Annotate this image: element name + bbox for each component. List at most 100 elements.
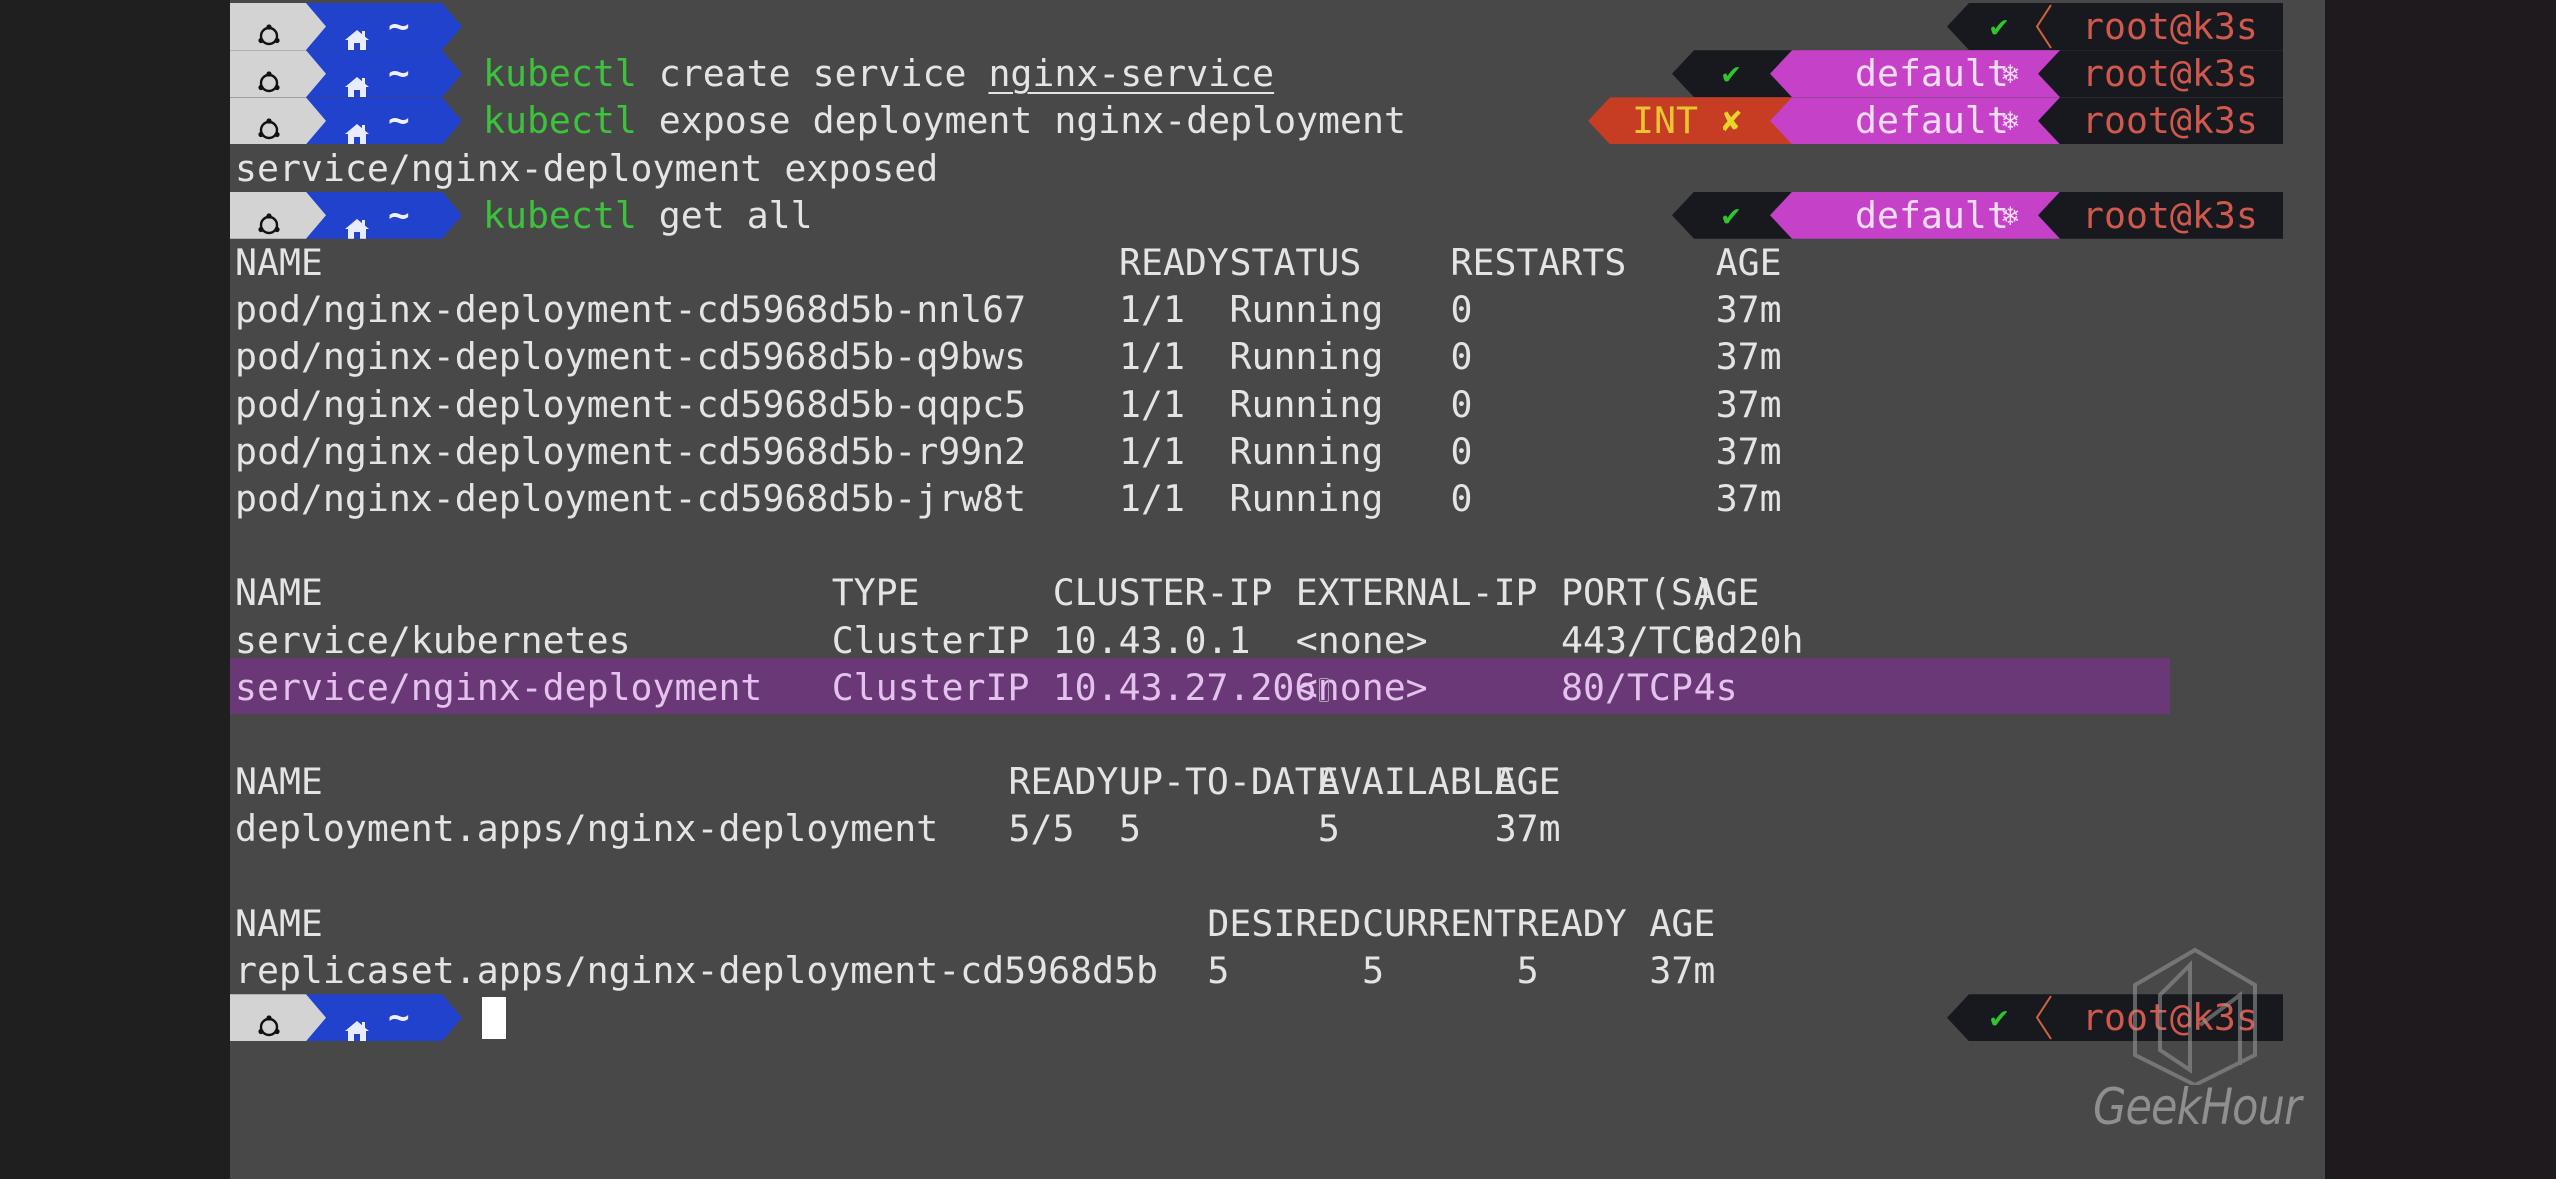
pods-table-cell: 1/1 <box>1119 335 1185 379</box>
pods-table-cell: 37m <box>1715 335 1782 379</box>
pods-table-cell: 1/1 <box>1119 477 1185 520</box>
home-icon <box>344 62 370 98</box>
pods-table-cell: pod/nginx-deployment-cd5968d5b-r99n2 <box>235 429 1027 473</box>
services-table-header-cell: TYPE <box>831 571 920 615</box>
home-icon <box>344 1006 370 1042</box>
deployments-table-cell: 5 <box>1119 807 1141 851</box>
prompt-os-segment <box>230 3 326 50</box>
pods-table-cell: 0 <box>1450 288 1473 332</box>
pods-table-row[interactable]: pod/nginx-deployment-cd5968d5b-r99n2 1/1 R… <box>230 428 2325 475</box>
prompt-user-host: root@k3s <box>2082 99 2258 143</box>
status-interrupt-label: INT <box>1632 99 1698 143</box>
kubernetes-icon: ❄ <box>2002 198 2019 232</box>
deployments-table-header-cell: READY <box>1008 760 1119 804</box>
deployments-table-cell: deployment.apps/nginx-deployment <box>235 807 939 851</box>
prompt-dir: ~ <box>388 100 410 142</box>
replicasets-table-cell: 5 <box>1207 949 1230 992</box>
ubuntu-icon <box>256 1004 282 1037</box>
pods-table-row[interactable]: pod/nginx-deployment-cd5968d5b-jrw8t 1/1 R… <box>230 475 2325 522</box>
prompt-right: ✔ root@k3s <box>230 3 2325 50</box>
prompt-os-segment <box>230 994 326 1042</box>
pods-table-cell: pod/nginx-deployment-cd5968d5b-qqpc5 <box>235 382 1027 426</box>
status-ok-icon: ✔ <box>1990 1000 2009 1036</box>
services-table-cell: <none> <box>1295 618 1428 662</box>
prompt-right: ✔ root@k3s <box>230 994 2325 1042</box>
pods-table-row[interactable]: pod/nginx-deployment-cd5968d5b-q9bws 1/1 R… <box>230 333 2325 380</box>
prompt-k8s-context: default <box>1855 193 2009 237</box>
prompt-line: ~ kubectl expose deployment nginx-deploym… <box>230 97 2325 145</box>
deployments-table-header-cell: AVAILABLE <box>1317 760 1516 804</box>
prompt-k8s-context: default <box>1855 52 2009 96</box>
pods-table-cell: 1/1 <box>1119 382 1185 426</box>
services-table-cell: <none> <box>1295 665 1428 709</box>
replicasets-table-row[interactable]: replicaset.apps/nginx-deployment-cd5968d… <box>230 947 2325 994</box>
pods-table-cell: pod/nginx-deployment-cd5968d5b-jrw8t <box>235 477 1027 520</box>
pods-table-cell: pod/nginx-deployment-cd5968d5b-nnl67 <box>235 288 1027 332</box>
services-table-header-cell: NAME <box>235 571 323 615</box>
services-table-cell: 4s <box>1693 665 1738 709</box>
pods-table-cell: Running <box>1229 429 1384 473</box>
status-ok-icon: ✔ <box>1990 9 2009 44</box>
pods-table-header-cell: NAME <box>235 241 323 284</box>
services-table-cell: ClusterIP <box>831 665 1030 709</box>
separator-icon <box>2033 3 2055 50</box>
separator-icon <box>2033 994 2055 1041</box>
prompt-dir: ~ <box>388 194 410 236</box>
services-table-cell: 443/TCP <box>1561 618 1715 662</box>
services-table-header-cell: CLUSTER-IP <box>1052 571 1273 615</box>
pods-table-cell: Running <box>1229 477 1384 520</box>
ubuntu-icon <box>256 60 282 93</box>
pods-table-row[interactable]: pod/nginx-deployment-cd5968d5b-qqpc5 1/1 R… <box>230 381 2325 428</box>
left-backdrop <box>0 0 230 1179</box>
prompt-k8s-context: default <box>1855 99 2009 143</box>
prompt-dir: ~ <box>388 6 410 47</box>
prompt-user-host: root@k3s <box>2082 52 2258 96</box>
services-table-header-cell: EXTERNAL-IP <box>1295 571 1538 615</box>
pods-table-cell: 0 <box>1450 335 1473 379</box>
prompt-os-segment <box>230 97 326 145</box>
home-icon <box>344 204 370 239</box>
expose-output-text: service/nginx-deployment exposed <box>235 146 939 190</box>
ubuntu-icon <box>256 13 282 46</box>
pods-table-cell: 37m <box>1715 477 1782 520</box>
replicasets-table-header-cell: READY <box>1516 901 1627 945</box>
pods-table-cell: 0 <box>1450 477 1473 520</box>
deployments-table-row[interactable]: deployment.apps/nginx-deployment 5/5 5 5 37m <box>230 805 2325 852</box>
prompt-line: ~ ✔ root@k3s <box>230 3 2325 50</box>
pods-table-header: NAME READY STATUS RESTARTS AGE <box>230 239 2325 286</box>
pods-table-header-cell: RESTARTS <box>1450 241 1627 284</box>
deployments-table-header-cell: UP-TO-DATE <box>1119 760 1339 804</box>
prompt-dir-segment: ~ <box>302 994 462 1042</box>
prompt-dir-segment: ~ <box>302 50 462 98</box>
services-table-cell: service/kubernetes <box>235 618 631 662</box>
prompt-dir: ~ <box>388 53 410 95</box>
prompt-line: ~ kubectl create service nginx-service ✔ de… <box>230 50 2325 98</box>
replicasets-table-header-cell: NAME <box>235 901 323 945</box>
services-table-cell: service/nginx-deployment <box>235 665 763 709</box>
prompt-os-segment <box>230 50 326 98</box>
text-cursor-icon <box>1318 677 1329 702</box>
kubernetes-icon: ❄ <box>2002 104 2019 138</box>
pods-table-cell: 0 <box>1450 429 1473 473</box>
ubuntu-icon <box>256 107 282 140</box>
services-table-row[interactable]: service/kubernetes ClusterIP 10.43.0.1 <non… <box>230 617 2325 664</box>
services-table-cell: 6d20h <box>1693 618 1804 662</box>
pods-table-cell: Running <box>1229 382 1384 426</box>
home-icon <box>344 15 370 50</box>
pods-table-row[interactable]: pod/nginx-deployment-cd5968d5b-nnl67 1/1 R… <box>230 286 2325 333</box>
deployments-table-cell: 37m <box>1494 807 1561 851</box>
prompt-os-segment <box>230 191 326 239</box>
status-ok-icon: ✔ <box>1722 56 1741 92</box>
replicasets-table-cell: replicaset.apps/nginx-deployment-cd5968d… <box>235 949 1158 992</box>
replicasets-table-header-cell: AGE <box>1649 901 1716 945</box>
replicasets-table-header-cell: DESIRED <box>1207 901 1362 945</box>
pods-table-cell: Running <box>1229 288 1384 332</box>
deployments-table-header: NAME READY UP-TO-DATE AVAILABLE AGE <box>230 758 2325 805</box>
prompt-line: ~ ✔ root@k3s <box>230 994 2325 1042</box>
terminal-window[interactable]: ~ ✔ root@k3s ~ kubectl create service nginx-… <box>230 0 2325 1179</box>
ubuntu-icon <box>256 202 282 234</box>
pods-table-cell: Running <box>1229 335 1384 379</box>
services-table-row[interactable]: service/nginx-deployment ClusterIP 10.43.2… <box>230 664 2325 711</box>
pods-table-header-cell: AGE <box>1715 241 1782 284</box>
command-output: service/nginx-deployment exposed <box>230 145 2325 192</box>
